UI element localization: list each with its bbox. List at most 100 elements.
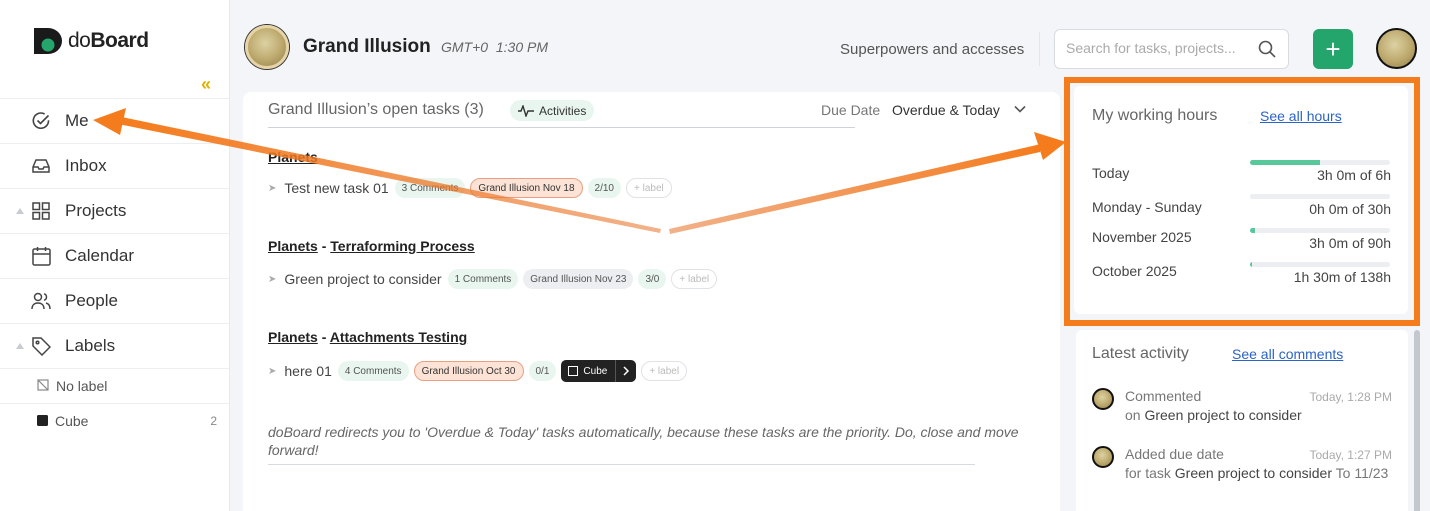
activities-button[interactable]: Activities: [510, 100, 595, 121]
comments-badge[interactable]: 1 Comments: [447, 269, 519, 289]
activity-scrollbar[interactable]: [1414, 330, 1420, 511]
project-link[interactable]: Planets: [268, 149, 318, 165]
activity-suffix: To 11/23: [1335, 465, 1389, 481]
sidebar-item-label: People: [65, 291, 118, 310]
add-label-button[interactable]: + label: [626, 178, 672, 198]
comments-badge[interactable]: 4 Comments: [337, 361, 409, 381]
due-date-filter[interactable]: Overdue & Today: [892, 102, 1000, 118]
doboard-logo[interactable]: doBoard: [32, 26, 149, 56]
activity-target[interactable]: Green project to consider: [1144, 407, 1301, 423]
add-button[interactable]: +: [1313, 29, 1353, 69]
progress-badge: 0/1: [528, 361, 557, 381]
sidebar-item-label: Inbox: [65, 156, 107, 175]
label-item-no-label[interactable]: No label: [0, 368, 229, 403]
activity-avatar: [1092, 446, 1114, 468]
cube-square-icon: [568, 366, 579, 376]
activity-action: Added due date: [1125, 446, 1224, 462]
grid-icon: [31, 201, 51, 221]
workspace-avatar[interactable]: [245, 25, 289, 69]
check-circle-icon: [31, 111, 51, 131]
tag-name: Cube: [583, 365, 608, 377]
task-row[interactable]: ➤ here 01 4 Comments Grand Illusion Oct …: [268, 360, 692, 382]
label-item-cube[interactable]: Cube 2: [0, 403, 229, 438]
collapse-sidebar-icon[interactable]: «: [201, 74, 211, 95]
timezone-time: GMT+0 1:30 PM: [441, 39, 548, 55]
expand-arrow-icon[interactable]: ➤: [268, 366, 276, 377]
task-row[interactable]: ➤ Test new task 01 3 Comments Grand Illu…: [268, 177, 677, 199]
see-all-comments-link[interactable]: See all comments: [1232, 346, 1343, 362]
expand-triangle-icon[interactable]: [16, 208, 24, 214]
activity-avatar: [1092, 388, 1114, 410]
sidebar-item-label: Labels: [65, 336, 116, 355]
logo-text: doBoard: [68, 29, 149, 52]
latest-activity-panel: Latest activity See all comments Comment…: [1076, 330, 1408, 511]
activity-body: for task Green project to consider To 11…: [1125, 464, 1390, 483]
note-divider: [268, 464, 975, 465]
panel-title: Grand Illusion’s open tasks (3): [268, 101, 484, 118]
search-icon[interactable]: [1258, 40, 1276, 63]
sidebar-item-label: Projects: [65, 201, 127, 220]
sidebar-item-label: Calendar: [65, 246, 134, 265]
due-badge[interactable]: Grand Illusion Nov 23: [523, 269, 634, 289]
sidebar-item-inbox[interactable]: Inbox: [0, 143, 229, 188]
activity-time: Today, 1:27 PM: [1309, 448, 1393, 462]
no-label-icon: [37, 378, 49, 394]
sidebar-item-labels[interactable]: Labels: [0, 323, 229, 368]
highlight-box: [1064, 77, 1420, 326]
people-icon: [31, 291, 51, 311]
search-box[interactable]: [1054, 29, 1289, 69]
chevron-down-icon[interactable]: [1013, 102, 1027, 121]
project-link[interactable]: Planets: [268, 329, 318, 345]
sidebar-item-me[interactable]: Me: [0, 98, 229, 143]
task-row[interactable]: ➤ Green project to consider 1 Comments G…: [268, 268, 722, 290]
group-title: Planets - Attachments Testing: [268, 329, 467, 345]
section-link[interactable]: Terraforming Process: [330, 238, 474, 254]
activities-label: Activities: [539, 103, 587, 118]
section-link[interactable]: Attachments Testing: [330, 329, 467, 345]
activity-target[interactable]: Green project to consider: [1175, 465, 1332, 481]
project-link[interactable]: Planets: [268, 238, 318, 254]
pulse-icon: [518, 104, 534, 117]
task-name[interactable]: here 01: [284, 363, 331, 379]
doboard-logo-icon: [32, 26, 64, 56]
activity-prefix: for task: [1125, 465, 1171, 481]
activity-body: on Green project to consider: [1125, 406, 1390, 425]
label-name: Cube: [55, 413, 89, 429]
label-name: No label: [56, 378, 108, 394]
group-title: Planets: [268, 149, 318, 165]
label-count: 2: [210, 414, 217, 428]
due-badge[interactable]: Grand Illusion Nov 18: [470, 178, 583, 198]
title-divider: [268, 127, 855, 128]
due-badge[interactable]: Grand Illusion Oct 30: [413, 361, 524, 381]
activity-action: Commented: [1125, 388, 1202, 404]
expand-arrow-icon[interactable]: ➤: [268, 183, 276, 194]
header-divider: [1039, 32, 1040, 66]
group-title: Planets - Terraforming Process: [268, 238, 475, 254]
user-name: Grand Illusion: [303, 36, 431, 57]
comments-badge[interactable]: 3 Comments: [394, 178, 466, 198]
chevron-right-icon[interactable]: [615, 360, 636, 382]
add-label-button[interactable]: + label: [641, 361, 688, 381]
sidebar-item-calendar[interactable]: Calendar: [0, 233, 229, 278]
task-name[interactable]: Green project to consider: [284, 271, 441, 287]
tasks-panel: Grand Illusion’s open tasks (3) Activiti…: [243, 92, 1060, 511]
color-square-icon: [37, 413, 48, 429]
sidebar-item-people[interactable]: People: [0, 278, 229, 323]
search-input[interactable]: [1066, 40, 1251, 56]
separator: -: [321, 238, 327, 254]
label-tag-cube[interactable]: Cube: [561, 360, 637, 382]
superpowers-link[interactable]: Superpowers and accesses: [840, 41, 1024, 58]
calendar-icon: [31, 246, 51, 266]
sidebar-item-projects[interactable]: Projects: [0, 188, 229, 233]
user-avatar[interactable]: [1376, 28, 1417, 69]
add-label-button[interactable]: + label: [671, 269, 718, 289]
activity-prefix: on: [1125, 407, 1141, 423]
latest-activity-title: Latest activity: [1092, 345, 1189, 362]
inbox-icon: [31, 156, 51, 176]
expand-arrow-icon[interactable]: ➤: [268, 274, 276, 285]
due-date-label: Due Date: [821, 102, 881, 118]
info-note: doBoard redirects you to 'Overdue & Toda…: [268, 424, 1019, 458]
expand-triangle-icon[interactable]: [16, 343, 24, 349]
sidebar-nav: Me Inbox Projects Calendar People Labels…: [0, 98, 229, 438]
task-name[interactable]: Test new task 01: [284, 180, 388, 196]
